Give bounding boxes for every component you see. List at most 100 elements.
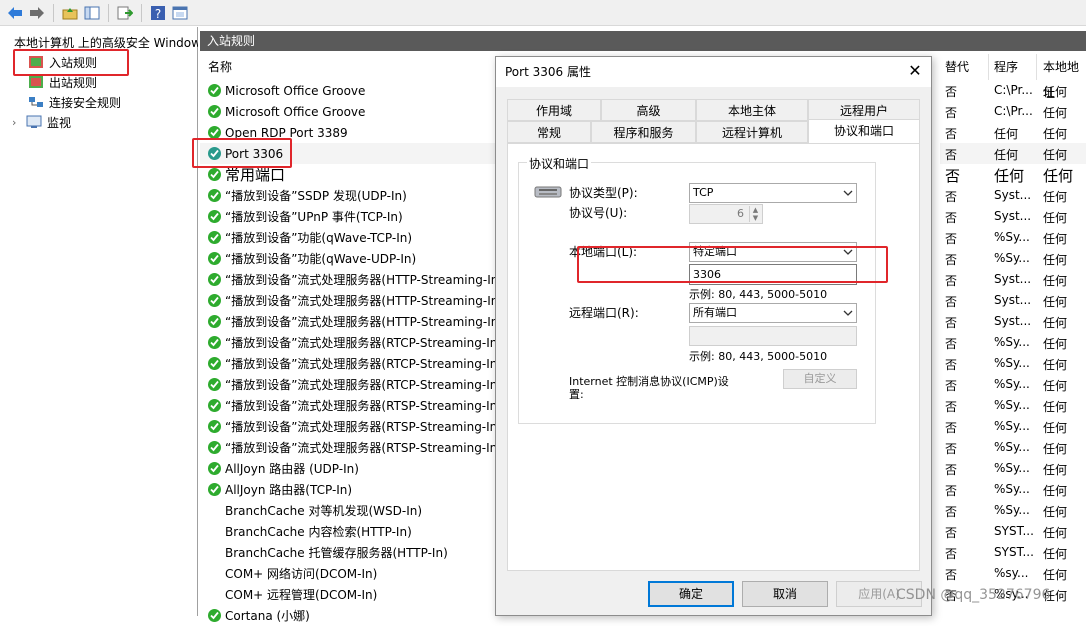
rule-row[interactable]: BranchCache 托管缓存服务器(HTTP-In) [200,542,496,563]
rule-detail-row[interactable]: 否任何 任何 [940,143,1086,164]
rule-row[interactable]: “播放到设备”流式处理服务器(RTSP-Streaming-In) [200,416,496,437]
show-hide-icon[interactable] [83,4,101,22]
rule-detail-row[interactable]: 否 %sy... 任何 [940,563,1086,584]
rule-detail-row[interactable]: 否 %Sy... 任何 [940,416,1086,437]
back-arrow-icon[interactable] [6,4,24,22]
remote-port-select-value: 所有端口 [693,306,737,319]
customize-button[interactable]: 自定义 [783,369,857,389]
tab-protocols-ports[interactable]: 协议和端口 [808,119,920,143]
dialog-title-bar[interactable]: Port 3306 属性 ✕ [496,57,931,87]
tab-advanced[interactable]: 高级 [601,99,696,121]
protocol-type-select[interactable]: TCP [689,183,857,203]
highlight-box-inbound-rules [13,49,129,76]
column-header-name[interactable]: 名称 [208,54,232,80]
rule-row[interactable]: Microsoft Office Groove [200,80,496,101]
rule-detail-row[interactable]: 否 SYST... 任何 [940,521,1086,542]
rule-row[interactable]: “播放到设备”流式处理服务器(RTSP-Streaming-In) [200,395,496,416]
network-cable-icon [534,186,562,198]
rule-row[interactable]: “播放到设备”功能(qWave-UDP-In) [200,248,496,269]
export-icon[interactable] [116,4,134,22]
up-folder-icon[interactable] [61,4,79,22]
enabled-check-icon [208,84,221,97]
cancel-button[interactable]: 取消 [742,581,828,607]
rule-detail-row[interactable]: 否任何 任何 [940,164,1086,185]
rule-row[interactable]: “播放到设备”流式处理服务器(HTTP-Streaming-In) [200,269,496,290]
rule-row[interactable]: “播放到设备”流式处理服务器(RTCP-Streaming-In) [200,374,496,395]
protocol-type-value: TCP [693,186,714,199]
rule-row[interactable]: COM+ 远程管理(DCOM-In) [200,584,496,605]
tree-item-monitoring[interactable]: › 监视 [12,112,71,132]
local-address-cell: 任何 [1043,295,1068,309]
tab-remote-computers[interactable]: 远程计算机 [696,121,808,143]
tab-scope[interactable]: 作用域 [507,99,601,121]
properties-icon[interactable] [171,4,189,22]
rule-detail-row[interactable]: 否 Syst... 任何 [940,311,1086,332]
rule-detail-row[interactable]: 否 C:\Pr... 任何 [940,80,1086,101]
rule-detail-row[interactable]: 否 %Sy... 任何 [940,395,1086,416]
rules-detail-columns: 否 C:\Pr... 任何否 C:\Pr... 任何否任何 任何否任何 任何否任何 任何否 Sy… [940,54,1086,616]
tab-local-principals[interactable]: 本地主体 [696,99,808,121]
rule-detail-row[interactable]: 否 %Sy... 任何 [940,500,1086,521]
rule-detail-row[interactable]: 否 Syst... 任何 [940,290,1086,311]
help-icon[interactable]: ? [149,4,167,22]
rule-row[interactable]: “播放到设备”流式处理服务器(HTTP-Streaming-In) [200,290,496,311]
tree-item-connection-security[interactable]: 连接安全规则 [28,92,121,112]
ok-button[interactable]: 确定 [648,581,734,607]
rule-row[interactable]: COM+ 网络访问(DCOM-In) [200,563,496,584]
rule-detail-row[interactable]: 否 %Sy... 任何 [940,227,1086,248]
rule-detail-row[interactable]: 否 %Sy... 任何 [940,437,1086,458]
program-cell: SYST... [994,545,1034,559]
expand-chevron-icon[interactable]: › [12,116,26,129]
override-cell: 否 [945,484,958,498]
rule-detail-row[interactable]: 否任何 任何 [940,122,1086,143]
rule-row[interactable]: “播放到设备”流式处理服务器(HTTP-Streaming-In) [200,311,496,332]
enabled-check-icon [208,210,221,223]
forward-arrow-icon[interactable] [28,4,46,22]
rule-row[interactable]: BranchCache 对等机发现(WSD-In) [200,500,496,521]
tree-root-label: 本地计算机 上的高级安全 Windows [14,35,198,50]
enabled-check-icon [208,336,221,349]
svg-text:?: ? [155,7,161,21]
rule-detail-row[interactable]: 否 C:\Pr... 任何 [940,101,1086,122]
rule-row[interactable]: BranchCache 内容检索(HTTP-In) [200,521,496,542]
tab-general[interactable]: 常规 [507,121,591,143]
rule-detail-row[interactable]: 否 Syst... 任何 [940,269,1086,290]
enabled-check-icon [208,294,221,307]
rule-detail-row[interactable]: 否 %Sy... 任何 [940,353,1086,374]
override-cell: 否 [945,167,961,185]
tab-remote-users[interactable]: 远程用户 [808,99,920,121]
local-port-example: 示例: 80, 443, 5000-5010 [689,288,828,301]
rule-detail-row[interactable]: 否 %Sy... 任何 [940,332,1086,353]
program-cell: %Sy... [994,440,1030,454]
remote-port-select[interactable]: 所有端口 [689,303,857,323]
override-cell: 否 [945,85,958,99]
rule-row[interactable]: “播放到设备”功能(qWave-TCP-In) [200,227,496,248]
rule-row[interactable]: AllJoyn 路由器(TCP-In) [200,479,496,500]
local-address-cell: 任何 [1043,316,1068,330]
rule-detail-row[interactable]: 否 %Sy... 任何 [940,248,1086,269]
rule-row[interactable]: Microsoft Office Groove [200,101,496,122]
program-cell: %sy... [994,566,1029,580]
rule-row[interactable]: “播放到设备”SSDP 发现(UDP-In) [200,185,496,206]
rule-row[interactable]: AllJoyn 路由器 (UDP-In) [200,458,496,479]
local-address-cell: 任何 [1043,379,1068,393]
close-icon[interactable]: ✕ [907,63,923,79]
rule-detail-row[interactable]: 否 %Sy... 任何 [940,374,1086,395]
enabled-check-icon [208,105,221,118]
rule-row[interactable]: “播放到设备”UPnP 事件(TCP-In) [200,206,496,227]
rule-name: COM+ 远程管理(DCOM-In) [225,588,378,602]
override-cell: 否 [945,253,958,267]
rule-detail-row[interactable]: 否 %Sy... 任何 [940,479,1086,500]
rule-detail-row[interactable]: 否 Syst... 任何 [940,185,1086,206]
rule-detail-row[interactable]: 否 SYST... 任何 [940,542,1086,563]
rule-detail-row[interactable]: 否 Syst... 任何 [940,206,1086,227]
rule-row[interactable]: “播放到设备”流式处理服务器(RTSP-Streaming-In) [200,437,496,458]
stepper-arrows-icon[interactable]: ▲ ▼ [749,206,761,222]
rule-row[interactable]: “播放到设备”流式处理服务器(RTCP-Streaming-In) [200,353,496,374]
tab-programs-services[interactable]: 程序和服务 [591,121,696,143]
remote-port-input[interactable] [689,326,857,346]
rule-detail-row[interactable]: 否 %Sy... 任何 [940,458,1086,479]
rule-row[interactable]: “播放到设备”流式处理服务器(RTCP-Streaming-In) [200,332,496,353]
override-cell: 否 [945,190,958,204]
protocol-number-stepper[interactable]: 6 ▲ ▼ [689,204,763,224]
